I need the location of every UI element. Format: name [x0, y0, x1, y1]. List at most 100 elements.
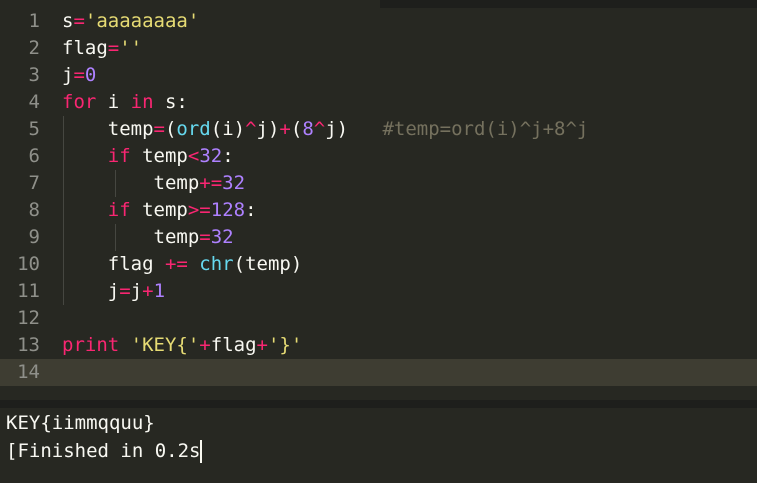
code-token-keyword: if	[107, 145, 131, 167]
output-panel-divider[interactable]	[0, 400, 757, 408]
code-token-default: :	[245, 199, 257, 221]
code-line: j=0	[62, 62, 96, 89]
code-token-keyword: +	[142, 280, 154, 302]
code-line: if temp>=128:	[62, 197, 257, 224]
code-token-keyword: <	[187, 145, 200, 167]
code-token-keyword: >=	[187, 199, 211, 221]
code-token-string: '}'	[267, 334, 303, 356]
code-token-comment: #temp=ord(i)^j+8^j	[382, 118, 589, 140]
code-token-keyword: in	[130, 91, 154, 113]
line-number: 4	[28, 91, 40, 113]
code-token-default: flag	[62, 253, 165, 275]
code-token-default: temp	[62, 172, 200, 194]
code-token-number: 32	[222, 172, 246, 194]
line-number: 11	[17, 280, 40, 302]
code-line: temp+=32	[62, 170, 246, 197]
code-token-default: (i)	[210, 118, 246, 140]
line-number-gutter: 1 2 3 4 5 6 7 8 9 10 11 12 13 14	[0, 8, 52, 400]
code-editor[interactable]: 1 2 3 4 5 6 7 8 9 10 11 12 13 14 s='aaaa…	[0, 8, 757, 400]
code-token-default	[62, 145, 108, 167]
code-token-string: ''	[119, 37, 143, 59]
text-cursor	[200, 440, 203, 463]
code-token-default: j)	[325, 118, 349, 140]
code-token-default: temp	[130, 199, 188, 221]
code-token-default	[348, 118, 382, 140]
code-token-keyword: =	[107, 37, 120, 59]
code-token-default: j	[130, 280, 143, 302]
line-number: 8	[28, 199, 40, 221]
code-token-keyword: if	[107, 199, 131, 221]
code-token-keyword: +=	[164, 253, 188, 275]
code-token-keyword: +=	[199, 172, 223, 194]
code-token-number: 32	[210, 226, 234, 248]
line-number: 1	[28, 10, 40, 32]
code-token-default: :	[222, 145, 234, 167]
code-token-keyword: for	[62, 91, 97, 113]
line-number: 10	[17, 253, 40, 275]
code-token-function: ord	[176, 118, 211, 140]
code-token-keyword: print	[62, 334, 120, 356]
line-number: 14	[17, 361, 40, 383]
code-token-number: 0	[84, 64, 97, 86]
code-token-keyword: +	[199, 334, 211, 356]
code-token-default	[119, 334, 130, 356]
code-token-default: temp	[130, 145, 188, 167]
code-line: temp=32	[62, 224, 234, 251]
code-token-keyword: +	[279, 118, 291, 140]
active-tab[interactable]	[0, 0, 380, 8]
code-token-keyword: ^	[245, 118, 257, 140]
line-number: 13	[17, 334, 40, 356]
code-token-keyword: ^	[313, 118, 326, 140]
current-line-highlight	[0, 359, 757, 386]
code-token-default: j	[62, 280, 120, 302]
code-token-default: (temp)	[233, 253, 303, 275]
code-token-string: 'KEY{'	[130, 334, 200, 356]
line-number: 5	[28, 118, 40, 140]
line-number: 12	[17, 307, 40, 329]
code-token-keyword: =	[73, 10, 85, 32]
tab-bar	[0, 0, 757, 8]
code-token-default	[62, 199, 108, 221]
code-line: j=j+1	[62, 278, 165, 305]
code-token-default: temp	[62, 226, 200, 248]
code-line: flag=''	[62, 35, 142, 62]
code-token-number: 1	[153, 280, 166, 302]
code-token-default: (	[290, 118, 303, 140]
output-status: [Finished in 0.2s	[6, 438, 203, 465]
code-token-keyword: =	[73, 64, 85, 86]
code-token-default: j)	[256, 118, 280, 140]
code-token-default: s:	[153, 91, 188, 113]
code-line: s='aaaaaaaa'	[62, 8, 199, 35]
line-number: 3	[28, 64, 40, 86]
output-result: KEY{iimmqquu}	[6, 412, 155, 434]
code-token-default: i	[96, 91, 131, 113]
line-number: 2	[28, 37, 40, 59]
code-token-default: (	[164, 118, 177, 140]
code-token-keyword: =	[119, 280, 131, 302]
code-token-default: flag	[62, 37, 108, 59]
output-status-text: [Finished in 0.2s	[6, 440, 201, 462]
code-line: print 'KEY{'+flag+'}'	[62, 332, 302, 359]
code-token-number: 128	[210, 199, 246, 221]
code-token-default: j	[62, 64, 74, 86]
code-token-keyword: +	[256, 334, 268, 356]
code-token-default	[188, 253, 199, 275]
code-line: if temp<32:	[62, 143, 234, 170]
line-number: 7	[28, 172, 40, 194]
code-token-number: 32	[199, 145, 223, 167]
code-token-function: chr	[199, 253, 234, 275]
code-token-keyword: =	[199, 226, 211, 248]
code-token-number: 8	[302, 118, 314, 140]
code-line: flag += chr(temp)	[62, 251, 303, 278]
line-number: 6	[28, 145, 40, 167]
sublime-window: 1 2 3 4 5 6 7 8 9 10 11 12 13 14 s='aaaa…	[0, 0, 757, 483]
code-token-default: s	[62, 10, 74, 32]
code-token-default: flag	[210, 334, 257, 356]
build-output-panel[interactable]: KEY{iimmqquu} [Finished in 0.2s	[0, 408, 757, 483]
line-number: 9	[28, 226, 40, 248]
code-line: for i in s:	[62, 89, 188, 116]
code-token-default: temp	[62, 118, 154, 140]
code-token-string: 'aaaaaaaa'	[84, 10, 200, 32]
code-line: temp=(ord(i)^j)+(8^j) #temp=ord(i)^j+8^j	[62, 116, 589, 143]
code-token-keyword: =	[153, 118, 165, 140]
